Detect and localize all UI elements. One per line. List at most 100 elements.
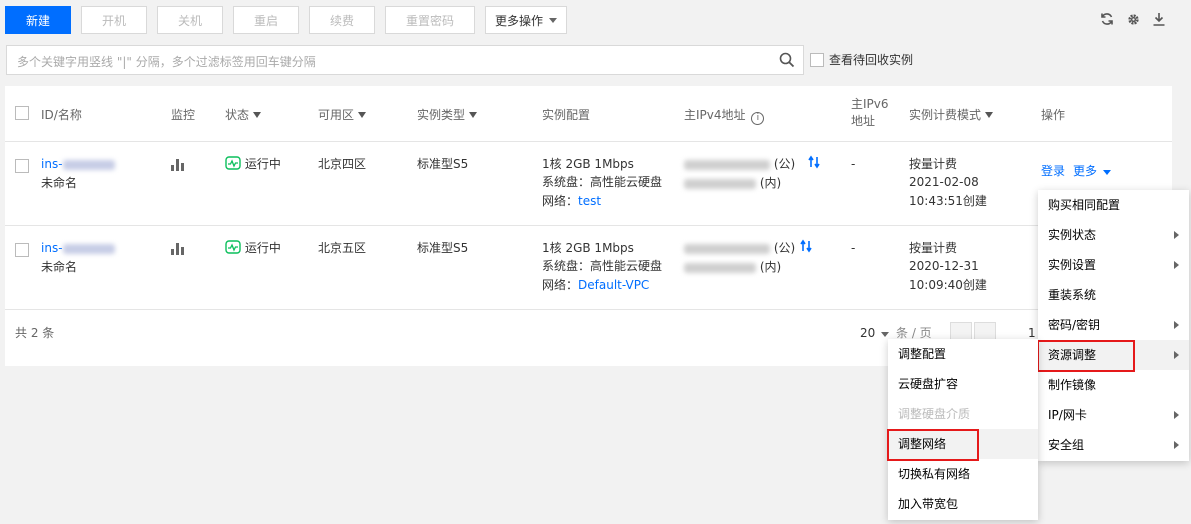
menu-item-reinstall[interactable]: 重装系统 xyxy=(1038,280,1189,310)
refresh-icon[interactable] xyxy=(1100,12,1114,29)
menu-item-label: 密码/密钥 xyxy=(1048,318,1101,332)
renew-button[interactable]: 续费 xyxy=(309,6,375,34)
redacted-ip xyxy=(684,262,756,273)
menu-item-security-group[interactable]: 安全组 xyxy=(1038,430,1189,460)
header-ipv4-label: 主IPv4地址 xyxy=(684,108,746,122)
billing-date: 2021-02-08 xyxy=(909,175,979,189)
public-ip: (公) xyxy=(684,239,795,257)
info-icon[interactable]: i xyxy=(751,112,765,125)
more-actions-button[interactable]: 更多操作 xyxy=(485,6,567,34)
filter-icon[interactable] xyxy=(469,112,478,118)
private-ip: (内) xyxy=(684,174,781,192)
header-billing-label: 实例计费模式 xyxy=(909,108,982,122)
chevron-right-icon xyxy=(1174,261,1179,269)
instance-id-link[interactable]: ins- xyxy=(41,239,115,257)
submenu-item-disk-medium: 调整硬盘介质 xyxy=(898,407,971,421)
chevron-right-icon xyxy=(1174,231,1179,239)
submenu-item-bandwidth-package[interactable]: 加入带宽包 xyxy=(888,489,1038,519)
monitor-chart-icon[interactable] xyxy=(171,159,185,171)
header-ipv6-line2: 地址 xyxy=(851,114,876,128)
zone: 北京五区 xyxy=(318,241,367,255)
private-suffix: (内) xyxy=(759,260,782,274)
running-icon xyxy=(225,156,241,170)
monitor-chart-icon[interactable] xyxy=(171,243,185,255)
recycle-checkbox[interactable] xyxy=(810,53,824,67)
config-disk: 系统盘：高性能云硬盘 xyxy=(542,175,663,189)
header-zone[interactable]: 可用区 xyxy=(318,106,367,123)
redacted-ip xyxy=(684,178,756,189)
header-billing[interactable]: 实例计费模式 xyxy=(909,106,994,123)
more-link[interactable]: 更多 xyxy=(1073,162,1112,180)
swap-ip-icon[interactable] xyxy=(800,239,812,258)
menu-item-password-key[interactable]: 密码/密钥 xyxy=(1038,310,1189,340)
network-label: 网络： xyxy=(542,278,579,292)
header-type-label: 实例类型 xyxy=(417,108,466,122)
new-button[interactable]: 新建 xyxy=(5,6,71,34)
search-placeholder: 多个关键字用竖线 "|" 分隔，多个过滤标签用回车键分隔 xyxy=(17,55,316,69)
download-icon[interactable] xyxy=(1152,12,1166,29)
running-icon xyxy=(225,240,241,254)
billing-date: 2020-12-31 xyxy=(909,259,979,273)
menu-item-ip-nic[interactable]: IP/网卡 xyxy=(1038,400,1189,430)
public-suffix: (公) xyxy=(773,157,796,171)
menu-item-instance-status[interactable]: 实例状态 xyxy=(1038,220,1189,250)
chevron-down-icon xyxy=(549,17,557,23)
header-instance-type[interactable]: 实例类型 xyxy=(417,106,478,123)
header-ipv6-line1: 主IPv6 xyxy=(851,97,889,111)
start-button[interactable]: 开机 xyxy=(81,6,147,34)
header-status[interactable]: 状态 xyxy=(225,106,262,123)
submenu-item-switch-vpc[interactable]: 切换私有网络 xyxy=(888,459,1038,489)
header-zone-label: 可用区 xyxy=(318,108,355,122)
ipv6-value: - xyxy=(851,157,856,171)
chevron-down-icon xyxy=(1103,170,1112,175)
page-size-select[interactable]: 20 xyxy=(860,324,890,342)
row-checkbox[interactable] xyxy=(15,159,29,173)
login-link[interactable]: 登录 xyxy=(1041,162,1065,180)
filter-icon[interactable] xyxy=(985,112,994,118)
instance-name: 未命名 xyxy=(41,260,78,274)
filter-icon[interactable] xyxy=(358,112,367,118)
config-network: 网络：test xyxy=(542,192,601,210)
instance-type: 标准型S5 xyxy=(417,157,469,171)
search-icon[interactable] xyxy=(779,52,795,71)
chevron-right-icon xyxy=(1174,321,1179,329)
submenu-item-adjust-config[interactable]: 调整配置 xyxy=(888,339,1038,369)
instance-id-link[interactable]: ins- xyxy=(41,155,115,173)
chevron-right-icon xyxy=(1174,441,1179,449)
menu-item-create-image[interactable]: 制作镜像 xyxy=(1038,370,1189,400)
ipv6-value: - xyxy=(851,241,856,255)
highlight-box xyxy=(1037,340,1135,372)
config-disk: 系统盘：高性能云硬盘 xyxy=(542,259,663,273)
header-config: 实例配置 xyxy=(542,108,591,122)
status-badge: 运行中 xyxy=(225,239,281,257)
menu-item-buy-same[interactable]: 购买相同配置 xyxy=(1038,190,1189,220)
gear-icon[interactable] xyxy=(1126,12,1141,30)
header-status-label: 状态 xyxy=(225,108,250,122)
menu-item-label: IP/网卡 xyxy=(1048,408,1087,422)
network-link[interactable]: test xyxy=(578,194,601,208)
network-link[interactable]: Default-VPC xyxy=(578,278,649,292)
billing-mode: 按量计费 xyxy=(909,241,958,255)
divider xyxy=(5,309,1172,310)
reset-password-button[interactable]: 重置密码 xyxy=(385,6,475,34)
divider xyxy=(5,141,1172,142)
row-checkbox[interactable] xyxy=(15,243,29,257)
redacted-ip xyxy=(684,159,770,170)
instance-table xyxy=(5,86,1172,366)
instance-id-prefix: ins- xyxy=(41,157,63,171)
stop-button[interactable]: 关机 xyxy=(157,6,223,34)
instance-name: 未命名 xyxy=(41,176,78,190)
submenu-item-disk-expand[interactable]: 云硬盘扩容 xyxy=(888,369,1038,399)
more-link-label: 更多 xyxy=(1073,164,1098,178)
status-text: 运行中 xyxy=(244,241,281,255)
select-all-checkbox[interactable] xyxy=(15,106,29,120)
config-network: 网络：Default-VPC xyxy=(542,276,649,294)
filter-icon[interactable] xyxy=(253,112,262,118)
search-input[interactable]: 多个关键字用竖线 "|" 分隔，多个过滤标签用回车键分隔 xyxy=(6,45,804,75)
public-ip: (公) xyxy=(684,155,795,173)
restart-button[interactable]: 重启 xyxy=(233,6,299,34)
chevron-down-icon xyxy=(881,332,890,337)
swap-ip-icon[interactable] xyxy=(808,155,820,174)
menu-item-instance-settings[interactable]: 实例设置 xyxy=(1038,250,1189,280)
redacted-id xyxy=(62,243,115,254)
